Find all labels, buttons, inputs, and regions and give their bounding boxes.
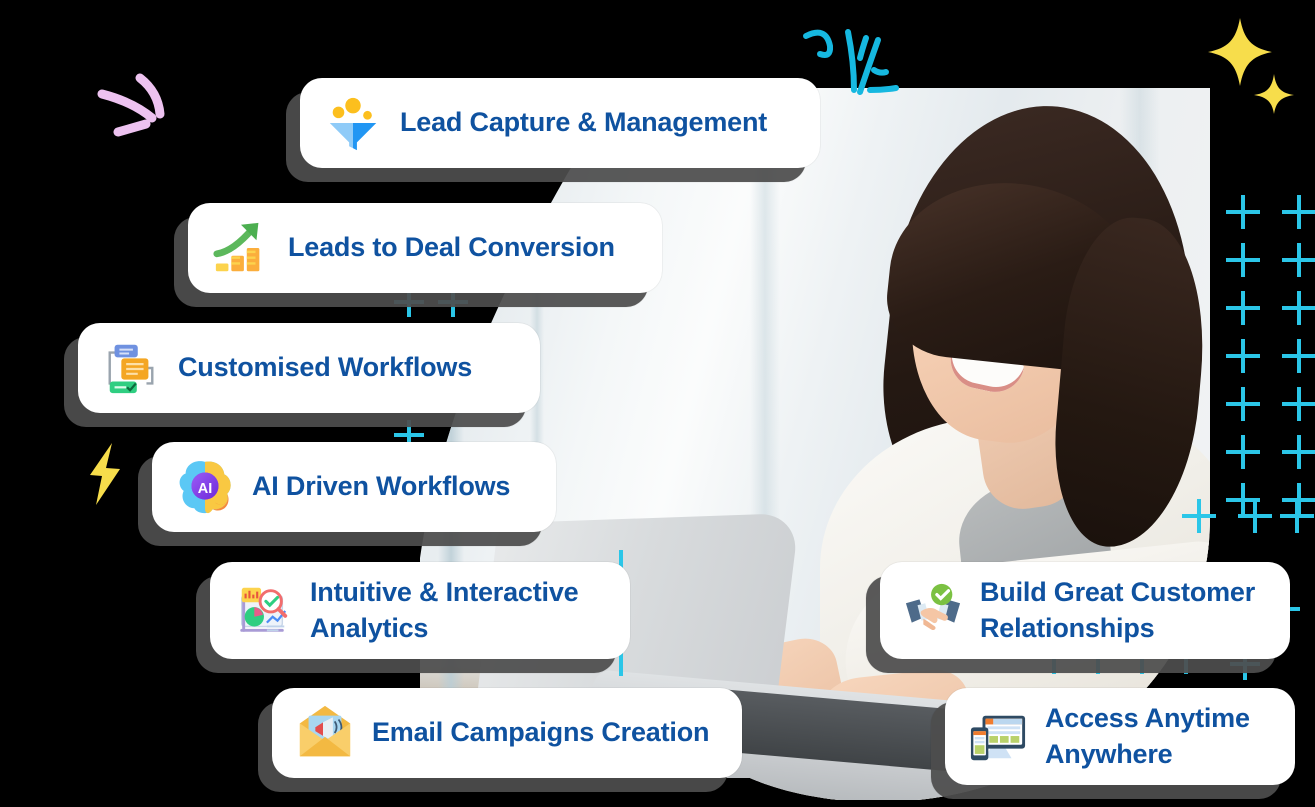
analytics-dashboard-icon xyxy=(234,582,292,640)
feature-card-ai-driven-workflows[interactable]: AI AI Driven Workflows xyxy=(152,442,556,532)
feature-card-email-campaigns-creation[interactable]: Email Campaigns Creation xyxy=(272,688,742,778)
growth-chart-arrow-icon xyxy=(212,219,270,277)
plus-icon xyxy=(1226,195,1315,517)
handshake-check-icon xyxy=(904,582,962,640)
feature-card-label: Leads to Deal Conversion xyxy=(288,232,615,263)
responsive-devices-icon xyxy=(969,708,1027,766)
sparkle-icon xyxy=(1208,18,1294,114)
feature-card-label: Intuitive & Interactive Analytics xyxy=(310,577,579,643)
hero-feature-graphic: Lead Capture & Management Leads to Deal … xyxy=(0,0,1315,807)
feature-card-label: AI Driven Workflows xyxy=(252,471,511,502)
feature-card-access-anytime-anywhere[interactable]: Access Anytime Anywhere xyxy=(945,688,1295,785)
feature-card-leads-to-deal-conversion[interactable]: Leads to Deal Conversion xyxy=(188,203,662,293)
funnel-icon xyxy=(324,94,382,152)
envelope-megaphone-icon xyxy=(296,704,354,762)
feature-card-intuitive-interactive-analytics[interactable]: Intuitive & Interactive Analytics xyxy=(210,562,630,659)
feature-card-label: Email Campaigns Creation xyxy=(372,717,710,748)
feature-card-label: Access Anytime Anywhere xyxy=(1045,703,1250,769)
workflow-diagram-icon xyxy=(102,339,160,397)
feature-card-customised-workflows[interactable]: Customised Workflows xyxy=(78,323,540,413)
feature-card-lead-capture-management[interactable]: Lead Capture & Management xyxy=(300,78,820,168)
feature-card-build-great-customer-relationships[interactable]: Build Great Customer Relationships xyxy=(880,562,1290,659)
lightning-bolt-icon xyxy=(90,443,120,505)
ai-brain-icon: AI xyxy=(176,458,234,516)
feature-card-label: Build Great Customer Relationships xyxy=(980,577,1256,643)
feature-card-label: Customised Workflows xyxy=(178,352,473,383)
svg-text:AI: AI xyxy=(198,481,213,497)
motion-lines-doodle xyxy=(97,73,165,137)
feature-card-label: Lead Capture & Management xyxy=(400,107,768,138)
